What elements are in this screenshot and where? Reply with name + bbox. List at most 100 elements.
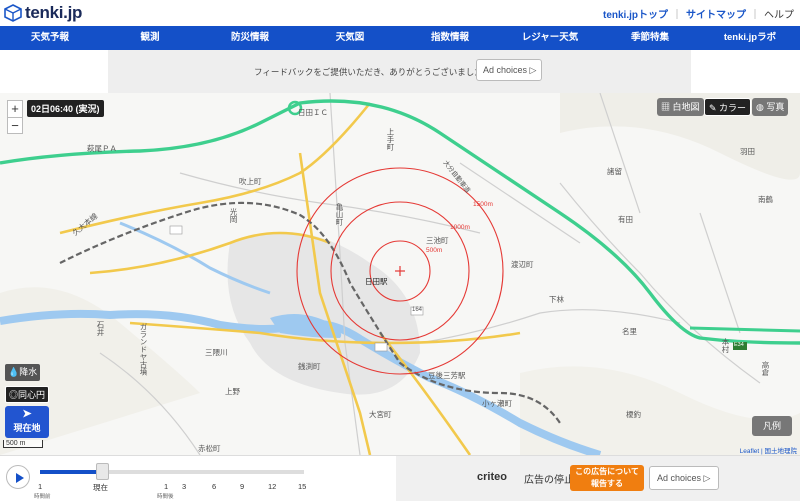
link-separator: ｜ [750,10,760,21]
map-icon: ▦ [661,102,673,112]
place-label: 萩尾ＰＡ [87,144,117,153]
timeline-progress [40,470,100,474]
link-sitemap[interactable]: サイトマップ [686,6,746,21]
criteo-logo: criteo [477,471,507,483]
map-canvas [0,93,800,455]
place-label: 大宮町 [369,410,392,419]
map-scale: 500 m [3,440,43,448]
current-location-label: 現在地 [13,423,41,433]
nav-forecast[interactable]: 天気予報 [0,26,100,50]
timeline-bar: 1 現在 1 3 6 9 12 15 時間前 時間後 criteo 広告の停止 … [0,455,800,501]
tick-label: 6 [212,482,217,491]
place-label: 光岡 [229,208,238,223]
place-label: 諸留 [607,167,622,176]
rain-toggle[interactable]: 💧降水 [5,364,41,381]
place-label: 銭渕町 [298,362,321,371]
location-arrow-icon: ➤ [22,408,32,420]
ad-choices-button[interactable]: Ad choices ▷ [476,59,542,81]
main-nav: 天気予報 観測 防災情報 天気図 指数情報 レジャー天気 季節特集 tenki.… [0,26,800,50]
place-label: 日田ＩＣ [298,108,328,117]
tick-label: 9 [240,482,245,491]
report-ad-button[interactable]: この広告について 報告する [570,465,644,491]
site-header: tenki.jp tenki.jpトップ ｜ サイトマップ ｜ ヘルプ [0,0,800,26]
place-label: 南鶴 [758,195,773,204]
place-label: 上手町 [386,128,395,151]
ad-banner-top: フィードバックをご提供いただき、ありがとうございました。 Ad choices … [108,50,691,93]
tick-label: 15 [298,482,307,491]
tick-label: 3 [182,482,187,491]
nav-observation[interactable]: 観測 [100,26,200,50]
place-label: 高倉 [761,361,770,376]
report-label-line1: この広告について [575,467,639,476]
link-separator: ｜ [672,10,682,21]
report-label-line2: 報告する [591,479,623,488]
tick-label: 1 [164,482,169,491]
nav-index[interactable]: 指数情報 [400,26,500,50]
nav-seasonal[interactable]: 季節特集 [600,26,700,50]
ad-banner-bottom: criteo 広告の停止 この広告について 報告する Ad choices ▷ [396,456,800,501]
brush-icon: ✎ [709,103,720,113]
ad-stop-link[interactable]: 広告の停止 [524,471,574,486]
map-attribution[interactable]: Leaflet | 国土地理院 [740,445,797,455]
place-label: 榎釣 [626,410,641,419]
concentric-label: 同心円 [18,390,46,400]
rain-label: 降水 [19,367,38,377]
nav-leisure[interactable]: レジャー天気 [500,26,600,50]
zoom-out-button[interactable]: − [8,117,22,133]
ring-label-1500m: 1500m [473,201,493,208]
ring-label-500m: 500m [426,247,443,254]
place-label: 小ヶ瀬町 [482,399,512,408]
white-map-label: 白地図 [672,102,700,112]
play-button[interactable] [6,465,30,489]
nav-lab[interactable]: tenki.jpラボ [700,26,800,50]
tick-label: 1 [38,482,43,491]
radar-map[interactable]: 500m 1000m 1500m 日田ＩＣ 萩尾ＰＡ 吹上町 上手町 羽田 諸留… [0,93,800,455]
place-label: 渡辺町 [511,260,534,269]
link-help[interactable]: ヘルプ [764,6,794,21]
place-label: 日田駅 [365,277,388,286]
place-label: 赤松町 [198,444,221,453]
ad-choices-button-bottom[interactable]: Ad choices ▷ [649,466,719,490]
raindrop-icon: 💧 [8,367,20,377]
link-top[interactable]: tenki.jpトップ [603,6,668,21]
place-label: 亀山町 [335,203,344,226]
globe-icon: ◍ [756,102,767,112]
header-links: tenki.jpトップ ｜ サイトマップ ｜ ヘルプ [603,6,794,21]
color-map-button[interactable]: ✎ カラー [704,98,752,116]
place-label: 有田 [618,215,633,224]
zoom-in-button[interactable]: + [8,101,22,117]
ad-feedback-text: フィードバックをご提供いただき、ありがとうございました。 [254,67,492,77]
place-label: 下林 [549,295,564,304]
white-map-button[interactable]: ▦ 白地図 [657,98,704,116]
concentric-toggle[interactable]: ◎同心円 [5,386,50,403]
concentric-icon: ◎ [9,390,19,400]
legend-button[interactable]: 凡例 [752,416,792,436]
current-location-button[interactable]: ➤ 現在地 [5,406,49,438]
place-label: 石井 [96,321,105,336]
site-logo[interactable]: tenki.jp [4,3,82,23]
nav-weather-map[interactable]: 天気図 [300,26,400,50]
place-label: 164 [412,307,423,313]
logo-cube-icon [4,4,22,22]
observation-time: 02日06:40 (実況) [27,100,104,117]
zoom-control: + − [7,100,23,134]
place-label: 三隈川 [205,348,228,357]
color-map-label: カラー [719,103,747,113]
place-label: 羽田 [740,147,755,156]
logo-text: tenki.jp [25,3,83,22]
place-label: 三池町 [426,236,449,245]
place-label: 上野 [225,387,240,396]
ring-label-1000m: 1000m [450,224,470,231]
place-label: 豆後三芳駅 [428,371,466,380]
tick-label: 現在 [93,483,108,492]
timeline-handle[interactable] [96,463,109,480]
tick-sub-label: 時間前 [34,494,51,500]
photo-map-label: 写真 [766,102,785,112]
tick-sub-label: 時間後 [157,494,174,500]
place-label: 吹上町 [239,177,262,186]
place-label: 本村 [721,338,730,353]
place-label: 名里 [622,327,637,336]
place-label: ガランドヤ古墳 [139,323,148,376]
nav-disaster[interactable]: 防災情報 [200,26,300,50]
photo-map-button[interactable]: ◍ 写真 [752,98,789,116]
